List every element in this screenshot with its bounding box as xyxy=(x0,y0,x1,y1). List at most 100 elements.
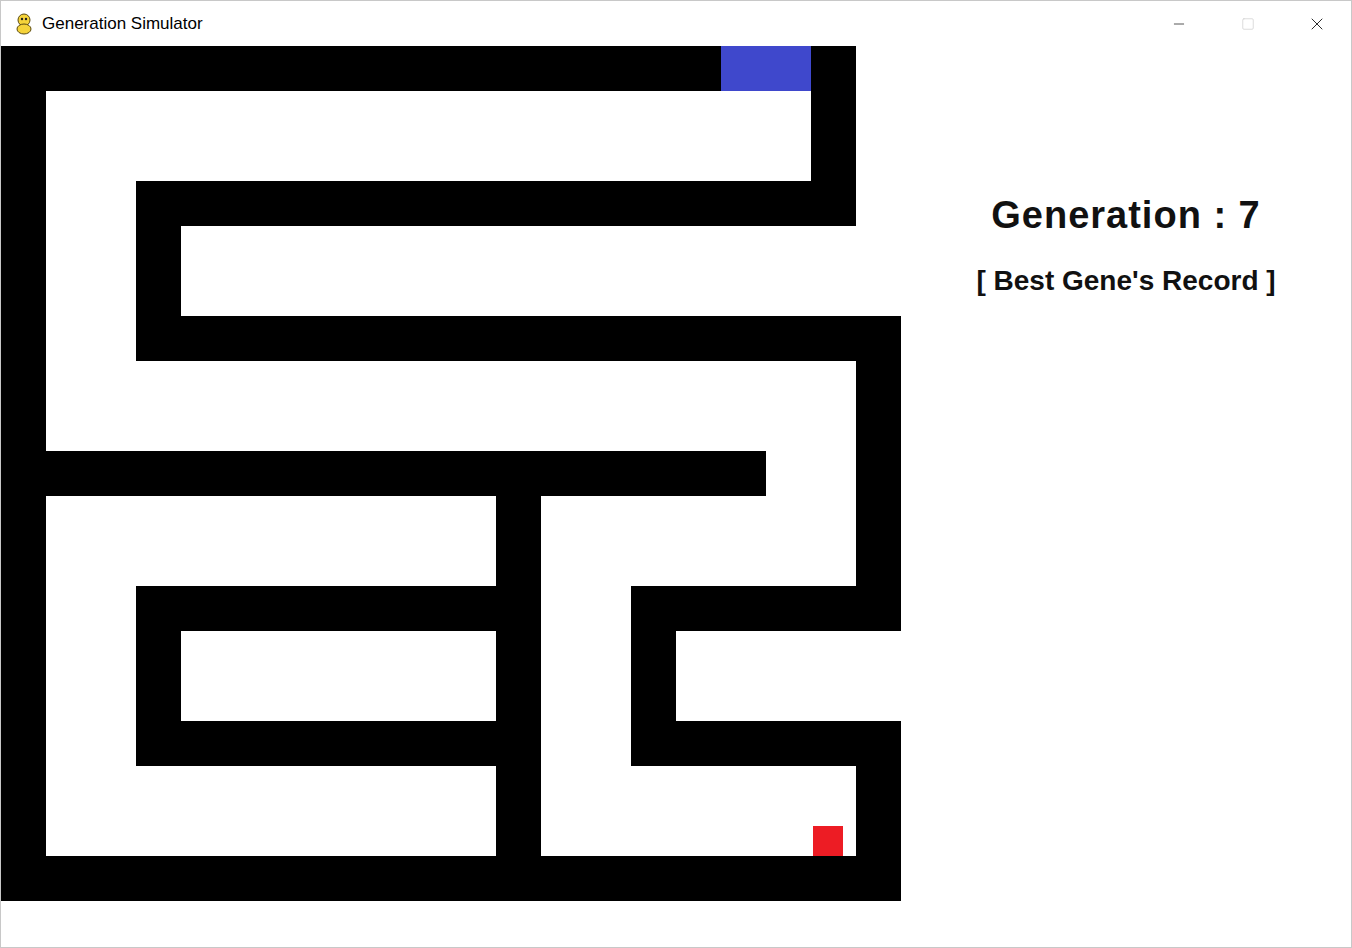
maze-wall xyxy=(451,46,496,91)
maze-wall xyxy=(361,856,406,901)
maze-wall xyxy=(1,811,46,856)
agent xyxy=(813,826,843,856)
maze-wall xyxy=(586,181,631,226)
maze-wall xyxy=(406,181,451,226)
maze-wall xyxy=(136,181,181,226)
maze-wall xyxy=(271,316,316,361)
maze-wall xyxy=(676,451,721,496)
maze-wall xyxy=(361,721,406,766)
maze-wall xyxy=(1,541,46,586)
maze-wall xyxy=(316,721,361,766)
close-button[interactable] xyxy=(1282,1,1351,46)
maze-wall xyxy=(811,316,856,361)
maze-wall xyxy=(721,181,766,226)
maze-wall xyxy=(1,46,46,91)
maze-wall xyxy=(541,451,586,496)
maze-wall xyxy=(316,856,361,901)
maze-wall xyxy=(496,181,541,226)
maze-wall xyxy=(631,46,676,91)
maze-wall xyxy=(361,451,406,496)
maze-wall xyxy=(541,46,586,91)
maze-wall xyxy=(496,451,541,496)
maze-wall xyxy=(856,451,901,496)
maze-wall xyxy=(181,46,226,91)
maze-wall xyxy=(676,856,721,901)
maze-wall xyxy=(496,811,541,856)
maze-wall xyxy=(226,316,271,361)
maze-wall xyxy=(1,136,46,181)
maze-wall xyxy=(856,361,901,406)
maze-wall xyxy=(496,766,541,811)
maze-wall xyxy=(226,586,271,631)
maze-wall xyxy=(541,316,586,361)
maze-wall xyxy=(1,586,46,631)
maze-wall xyxy=(811,586,856,631)
maze-wall xyxy=(361,586,406,631)
maze-wall xyxy=(496,541,541,586)
maze-wall xyxy=(136,586,181,631)
maze-wall xyxy=(181,316,226,361)
maximize-button xyxy=(1213,1,1282,46)
maze-wall xyxy=(1,226,46,271)
maze-wall xyxy=(811,91,856,136)
maze-wall xyxy=(1,856,46,901)
maze-wall xyxy=(856,406,901,451)
hud-panel: Generation : 7 [ Best Gene's Record ] xyxy=(901,46,1351,947)
close-icon xyxy=(1307,14,1327,34)
maze-wall xyxy=(316,586,361,631)
maze-wall xyxy=(1,766,46,811)
maze-wall xyxy=(136,856,181,901)
maze-wall xyxy=(856,586,901,631)
maze-wall xyxy=(856,766,901,811)
maze-wall xyxy=(631,586,676,631)
maze-wall xyxy=(451,181,496,226)
maze-wall xyxy=(46,856,91,901)
maze-wall xyxy=(226,721,271,766)
maze-wall xyxy=(136,721,181,766)
maze-wall xyxy=(676,181,721,226)
generation-label: Generation : 7 xyxy=(991,192,1261,238)
maze-wall xyxy=(856,811,901,856)
maze-wall xyxy=(451,721,496,766)
maze-wall xyxy=(226,856,271,901)
maze-wall xyxy=(361,316,406,361)
maze-wall xyxy=(1,181,46,226)
maze-wall xyxy=(406,316,451,361)
maze-wall xyxy=(721,451,766,496)
record-label: [ Best Gene's Record ] xyxy=(976,264,1275,298)
maze-wall xyxy=(91,451,136,496)
maze-wall xyxy=(406,856,451,901)
maze-wall xyxy=(541,181,586,226)
maze-wall xyxy=(856,856,901,901)
maze-wall xyxy=(586,451,631,496)
maze-wall xyxy=(721,586,766,631)
maze-wall xyxy=(631,856,676,901)
maze-wall xyxy=(676,46,721,91)
maze-wall xyxy=(316,46,361,91)
app-window: Generation Simulator Generation : 7 [ Best… xyxy=(0,0,1352,948)
maze-wall xyxy=(181,451,226,496)
maze-wall xyxy=(1,451,46,496)
title-bar: Generation Simulator xyxy=(1,1,1351,46)
maze-wall xyxy=(586,316,631,361)
maze-wall xyxy=(361,181,406,226)
maze-wall xyxy=(406,451,451,496)
maze-wall xyxy=(1,676,46,721)
minimize-icon xyxy=(1171,16,1187,32)
maze-wall xyxy=(856,316,901,361)
minimize-button[interactable] xyxy=(1144,1,1213,46)
maze-wall xyxy=(721,856,766,901)
maze-wall xyxy=(631,181,676,226)
maze-wall xyxy=(631,721,676,766)
maze-wall xyxy=(1,316,46,361)
maze-wall xyxy=(271,856,316,901)
maze-wall xyxy=(136,316,181,361)
maze-wall xyxy=(496,631,541,676)
maze-wall xyxy=(586,46,631,91)
maze-wall xyxy=(1,406,46,451)
maze-wall xyxy=(496,676,541,721)
maze-wall xyxy=(856,721,901,766)
maze-wall xyxy=(361,46,406,91)
maze-wall xyxy=(631,676,676,721)
maze-wall xyxy=(811,136,856,181)
